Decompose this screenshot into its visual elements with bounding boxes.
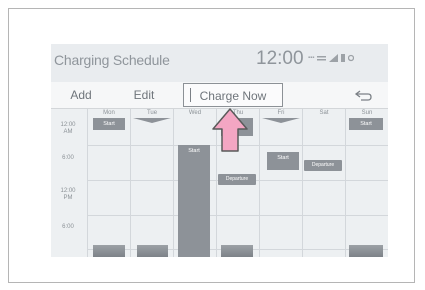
page-title: Charging Schedule bbox=[54, 52, 170, 68]
start-marker-wed[interactable]: Start bbox=[178, 145, 210, 157]
callout-arrow-icon bbox=[212, 108, 248, 152]
day-header-mon: Mon bbox=[103, 110, 115, 116]
charge-block-sun bbox=[349, 245, 383, 257]
time-label: 6:00 bbox=[51, 224, 85, 231]
back-arrow-icon bbox=[354, 90, 372, 101]
day-header-fri: Fri bbox=[277, 110, 285, 116]
time-label-line: AM bbox=[63, 129, 73, 135]
charge-end-marker-fri bbox=[262, 118, 300, 123]
charge-block-mon bbox=[93, 245, 125, 257]
time-label: 12:00 PM bbox=[51, 188, 85, 202]
day-header-tue: Tue bbox=[146, 110, 158, 116]
battery-icon bbox=[341, 54, 346, 62]
charge-block-fri bbox=[267, 164, 299, 170]
start-marker-sun[interactable]: Start bbox=[349, 118, 383, 130]
signal-icon bbox=[329, 54, 339, 62]
time-label: 6:00 bbox=[51, 155, 85, 162]
start-marker-mon[interactable]: Start bbox=[93, 118, 125, 130]
edit-button[interactable]: Edit bbox=[111, 82, 177, 108]
grid-line bbox=[302, 109, 303, 257]
add-button[interactable]: Add bbox=[51, 82, 111, 108]
charge-block-wed bbox=[178, 157, 210, 257]
departure-marker-sat[interactable]: Departure bbox=[304, 160, 342, 171]
time-label: 12:00 AM bbox=[51, 122, 85, 136]
charge-end-marker-tue bbox=[133, 118, 171, 123]
toolbar: Add Edit Charge Now bbox=[51, 82, 388, 109]
grid-line bbox=[130, 109, 131, 257]
status-text-icon: ▪▪▪ bbox=[308, 55, 315, 61]
day-header-wed: Wed bbox=[188, 110, 202, 116]
status-icons: ▪▪▪ bbox=[308, 54, 355, 62]
time-label-line: 6:00 bbox=[62, 155, 74, 161]
day-header-sun: Sun bbox=[361, 110, 373, 116]
grid-line bbox=[87, 109, 88, 257]
divider bbox=[190, 88, 191, 102]
clock: 12:00 bbox=[256, 48, 304, 69]
charge-now-button[interactable]: Charge Now bbox=[183, 83, 283, 107]
charge-block-thu-bottom bbox=[221, 245, 253, 257]
grid-line bbox=[259, 109, 260, 257]
network-icon bbox=[317, 55, 327, 60]
back-button[interactable] bbox=[349, 85, 379, 105]
time-label-line: 12:00 bbox=[60, 188, 76, 194]
time-label-line: 12:00 bbox=[60, 122, 76, 128]
gps-icon bbox=[348, 54, 355, 62]
charge-now-label: Charge Now bbox=[199, 89, 267, 103]
grid-line bbox=[173, 109, 174, 257]
time-label-line: PM bbox=[63, 195, 73, 201]
time-label-line: 6:00 bbox=[62, 224, 74, 230]
charge-block-tue bbox=[137, 245, 168, 257]
start-marker-fri[interactable]: Start bbox=[267, 152, 299, 164]
grid-line bbox=[87, 215, 388, 216]
day-header-sat: Sat bbox=[319, 110, 329, 116]
grid-line bbox=[345, 109, 346, 257]
departure-marker-thu[interactable]: Departure bbox=[218, 174, 256, 185]
